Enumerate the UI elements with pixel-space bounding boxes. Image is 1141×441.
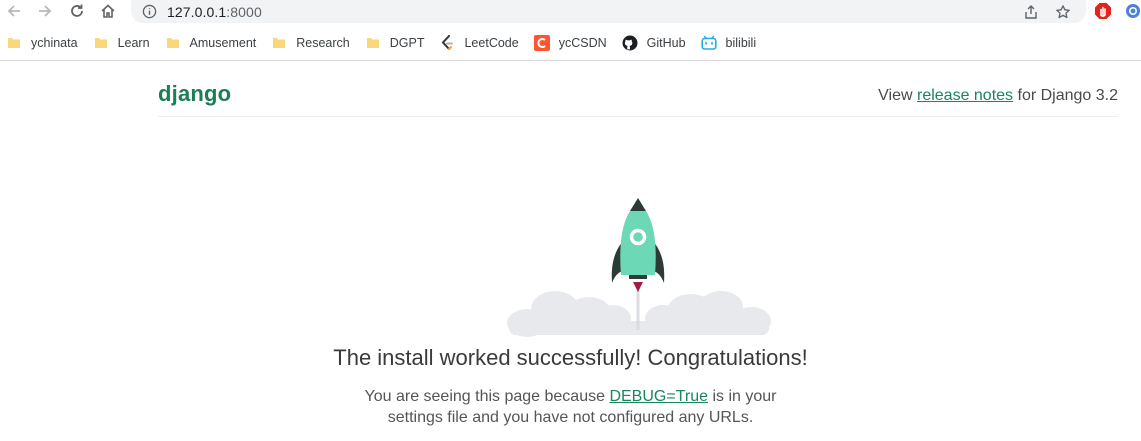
bookmark-bilibili[interactable]: bilibili bbox=[697, 31, 762, 55]
browser-toolbar: 127.0.0.1:8000 bbox=[0, 0, 1141, 24]
url-text: 127.0.0.1:8000 bbox=[167, 4, 262, 20]
debug-explanation: You are seeing this page because DEBUG=T… bbox=[0, 386, 1141, 428]
forward-arrow-icon bbox=[39, 5, 52, 17]
success-heading: The install worked successfully! Congrat… bbox=[333, 345, 808, 370]
bookmark-github[interactable]: GitHub bbox=[618, 31, 691, 55]
address-bar[interactable]: 127.0.0.1:8000 bbox=[131, 0, 1086, 23]
bookmark-research[interactable]: Research bbox=[267, 31, 355, 55]
bookmark-dgpt[interactable]: DGPT bbox=[361, 31, 430, 55]
debug-text-suffix: is in your bbox=[708, 388, 777, 405]
home-icon bbox=[101, 4, 115, 18]
site-info-icon[interactable] bbox=[141, 4, 157, 20]
bookmark-amusement[interactable]: Amusement bbox=[161, 31, 262, 55]
rocket-illustration bbox=[507, 198, 771, 337]
bookmark-yccsdn[interactable]: ycCSDN bbox=[530, 31, 612, 55]
bookmarks-bar: ychinata Learn Amusement Research DGPT L… bbox=[0, 30, 1141, 56]
bookmark-star-icon[interactable] bbox=[1053, 2, 1073, 22]
release-notes-link[interactable]: release notes bbox=[917, 87, 1013, 104]
bookmark-ychinata[interactable]: ychinata bbox=[0, 31, 83, 55]
adblock-extension-icon[interactable] bbox=[1093, 1, 1113, 21]
share-icon[interactable] bbox=[1021, 2, 1041, 22]
extension-icon[interactable] bbox=[1123, 1, 1141, 21]
bookmark-label: bilibili bbox=[725, 36, 757, 50]
github-icon bbox=[622, 35, 638, 51]
bookmark-label: Learn bbox=[117, 36, 150, 50]
chrome-divider bbox=[0, 60, 1141, 61]
rocket-base bbox=[629, 275, 647, 279]
leetcode-icon bbox=[439, 35, 455, 51]
reload-button[interactable] bbox=[66, 0, 88, 22]
back-arrow-icon bbox=[7, 5, 20, 17]
exhaust-trail bbox=[636, 290, 640, 330]
release-notes-text: View release notes for Django 3.2 bbox=[878, 87, 1118, 105]
reload-icon bbox=[71, 4, 83, 17]
bookmark-label: Research bbox=[296, 36, 350, 50]
rocket-flame bbox=[633, 282, 643, 292]
debug-text-line2: settings file and you have not configure… bbox=[387, 409, 754, 426]
forward-button[interactable] bbox=[34, 0, 56, 22]
release-suffix: for Django 3.2 bbox=[1013, 87, 1118, 104]
url-host: 127.0.0.1 bbox=[167, 3, 227, 20]
folder-icon bbox=[165, 35, 181, 51]
bookmark-label: DGPT bbox=[389, 36, 425, 50]
folder-icon bbox=[93, 35, 109, 51]
django-header: django View release notes for Django 3.2 bbox=[158, 78, 1118, 117]
debug-true-link[interactable]: DEBUG=True bbox=[609, 388, 708, 405]
back-button[interactable] bbox=[3, 0, 25, 22]
url-port: :8000 bbox=[226, 3, 262, 20]
rocket-nose bbox=[630, 198, 646, 211]
folder-icon bbox=[271, 35, 287, 51]
bookmark-label: ychinata bbox=[31, 36, 78, 50]
django-logo[interactable]: django bbox=[158, 81, 231, 107]
folder-icon bbox=[6, 35, 22, 51]
bookmark-label: ycCSDN bbox=[558, 36, 607, 50]
bilibili-icon bbox=[700, 35, 717, 51]
folder-icon bbox=[365, 35, 381, 51]
bookmark-label: GitHub bbox=[646, 36, 686, 50]
home-button[interactable] bbox=[97, 0, 119, 22]
bookmark-label: Amusement bbox=[189, 36, 257, 50]
debug-text-prefix: You are seeing this page because bbox=[364, 388, 610, 405]
bookmark-leetcode[interactable]: LeetCode bbox=[435, 31, 523, 55]
bookmark-learn[interactable]: Learn bbox=[89, 31, 155, 55]
release-prefix: View bbox=[878, 87, 917, 104]
bookmark-label: LeetCode bbox=[464, 36, 519, 50]
csdn-icon bbox=[533, 35, 550, 51]
